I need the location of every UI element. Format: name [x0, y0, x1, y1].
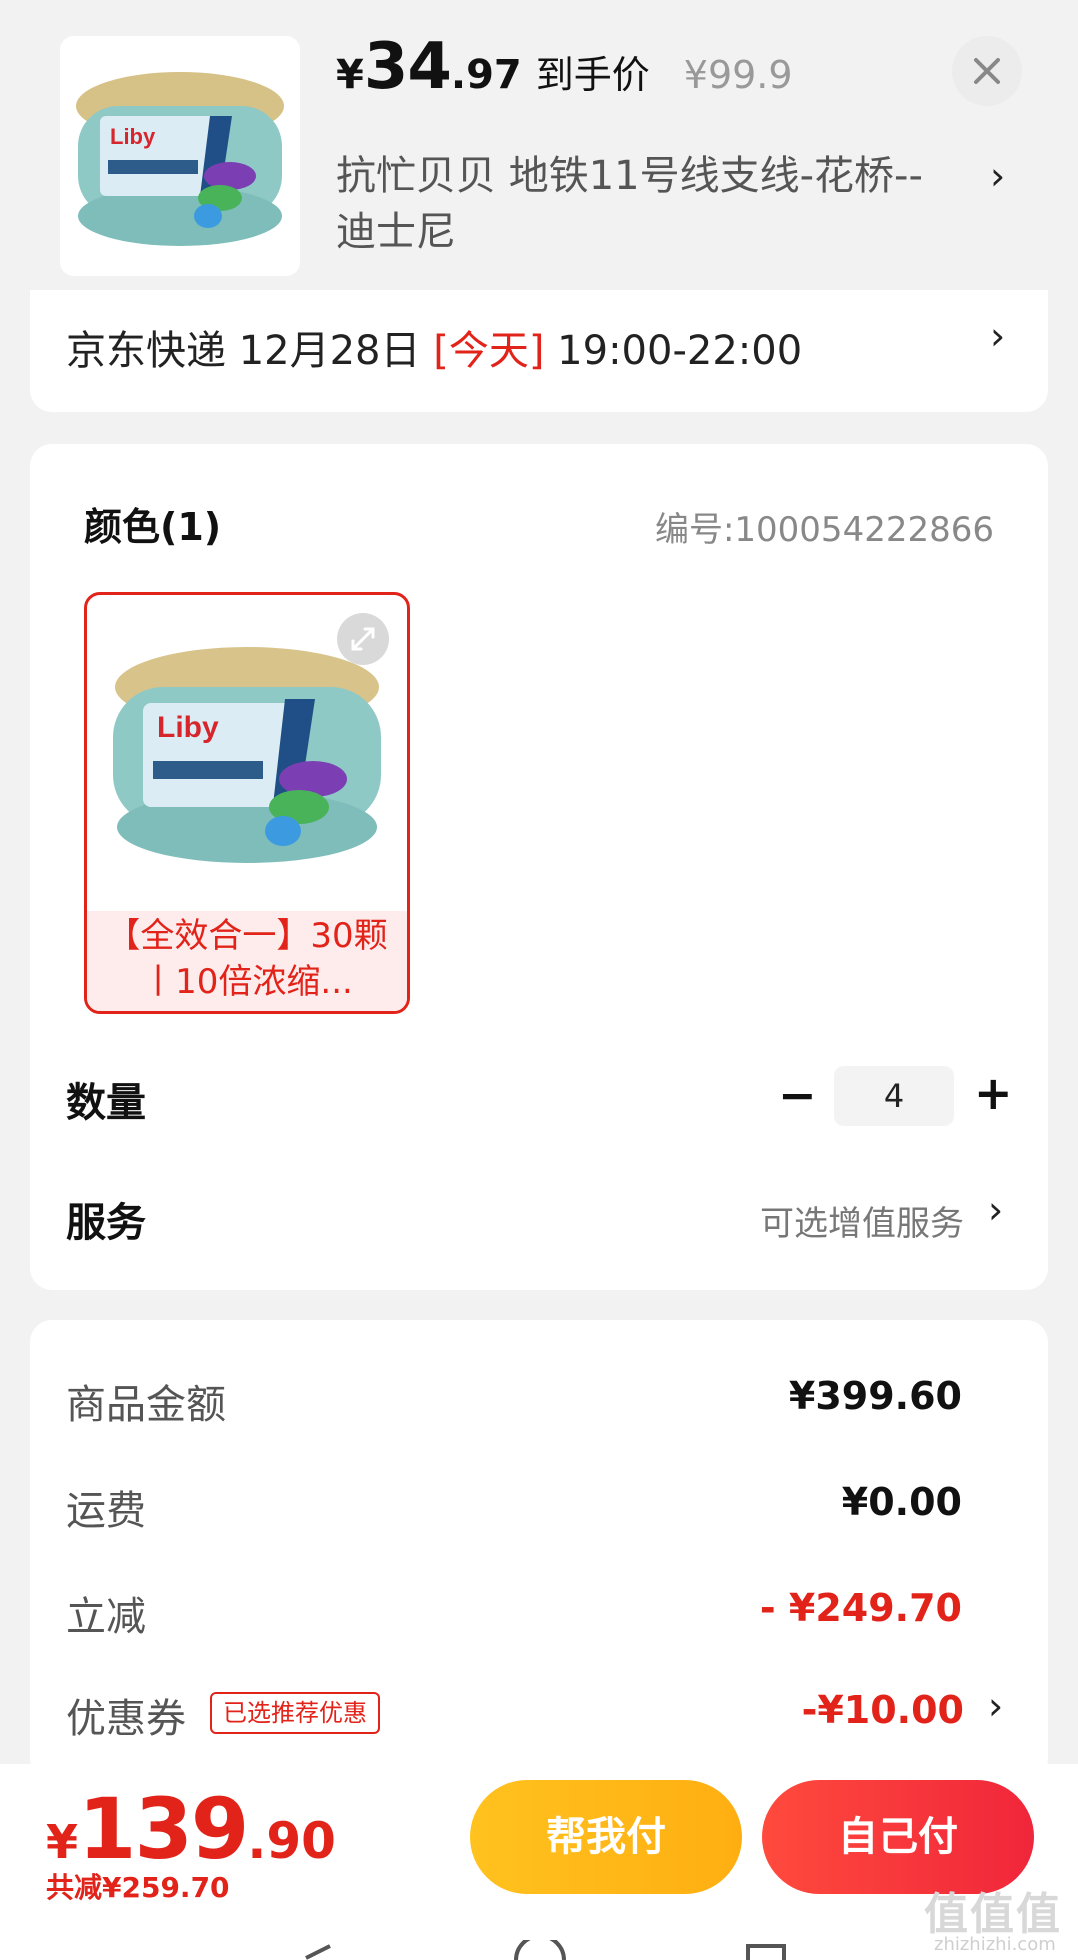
svg-text:Liby: Liby — [110, 124, 156, 149]
sku-selection-card: 颜色(1) 编号:100054222866 Liby 【全效合一】30颗丨10倍… — [30, 444, 1048, 1290]
delivery-today-tag: [今天] — [433, 328, 545, 374]
site-watermark-url: zhizhizhi.com — [934, 1934, 1056, 1955]
coupon-chevron-icon[interactable]: › — [988, 1684, 1003, 1728]
delivery-carrier-date: 京东快递 12月28日 — [66, 328, 434, 374]
checkout-bar: ¥ 139 .90 共减¥259.70 帮我付 自己付 值值值 zhizhizh… — [0, 1764, 1078, 1960]
delivery-window: 19:00-22:00 — [544, 328, 803, 374]
nav-home-icon[interactable] — [512, 1940, 568, 1960]
product-thumbnail: Liby — [60, 36, 300, 276]
expand-icon — [351, 627, 375, 651]
delivery-time-row[interactable]: 京东快递 12月28日 [今天] 19:00-22:00 › — [30, 290, 1048, 412]
sku-caption: 【全效合一】30颗丨10倍浓缩... — [87, 911, 407, 1011]
shipping-value: ¥0.00 — [841, 1480, 962, 1524]
coupon-recommended-badge: 已选推荐优惠 — [210, 1692, 380, 1734]
delivery-text: 京东快递 12月28日 [今天] 19:00-22:00 — [66, 318, 802, 376]
quantity-plus-button[interactable]: + — [974, 1070, 1013, 1116]
price-summary-card: 商品金额 ¥399.60 运费 ¥0.00 立减 - ¥249.70 优惠券 已… — [30, 1320, 1048, 1780]
price-symbol: ¥ — [336, 52, 364, 98]
service-label: 服务 — [66, 1200, 146, 1246]
price-row: ¥ 34 .97 到手价 ¥99.9 — [336, 30, 793, 110]
color-label: 颜色(1) — [84, 505, 222, 549]
coupon-value[interactable]: -¥10.00 — [802, 1688, 964, 1732]
service-chevron-icon[interactable]: › — [988, 1188, 1003, 1232]
sku-option-selected[interactable]: Liby 【全效合一】30颗丨10倍浓缩... — [84, 592, 410, 1014]
goods-amount-label: 商品金额 — [66, 1382, 226, 1428]
pay-myself-button[interactable]: 自己付 — [762, 1780, 1034, 1894]
delivery-address[interactable]: 抗忙贝贝 地铁11号线支线-花桥--迪士尼 — [336, 148, 926, 260]
service-value[interactable]: 可选增值服务 — [760, 1196, 964, 1245]
product-header: Liby ¥ 34 .97 到手价 ¥99.9 抗忙贝贝 地铁11号线支线-花桥… — [0, 0, 1078, 310]
original-price: ¥99.9 — [683, 53, 793, 97]
close-icon — [974, 58, 1000, 84]
close-button[interactable] — [952, 36, 1022, 106]
price-integer: 34 — [363, 30, 452, 104]
shipping-label: 运费 — [66, 1488, 146, 1534]
quantity-minus-button[interactable]: − — [778, 1072, 817, 1118]
help-me-pay-button[interactable]: 帮我付 — [470, 1780, 742, 1894]
svg-text:Liby: Liby — [157, 711, 219, 744]
instant-discount-value: - ¥249.70 — [759, 1586, 962, 1630]
quantity-label: 数量 — [66, 1080, 146, 1126]
address-chevron-icon[interactable]: › — [990, 154, 1005, 198]
total-price: ¥ 139 .90 — [46, 1780, 336, 1878]
delivery-chevron-icon: › — [990, 314, 1006, 358]
total-integer: 139 — [78, 1780, 249, 1878]
expand-image-button[interactable] — [337, 613, 389, 665]
total-symbol: ¥ — [46, 1815, 79, 1869]
coupon-label: 优惠券 — [66, 1696, 186, 1742]
goods-amount-value: ¥399.60 — [788, 1374, 962, 1418]
total-saving: 共减¥259.70 — [46, 1871, 230, 1904]
instant-discount-label: 立减 — [66, 1594, 146, 1640]
nav-back-icon[interactable] — [300, 1944, 340, 1960]
sku-number: 编号:100054222866 — [654, 510, 994, 550]
nav-recents-icon[interactable] — [746, 1944, 786, 1960]
total-decimal: .90 — [247, 1812, 336, 1870]
price-tag-label: 到手价 — [535, 53, 650, 97]
price-decimal: .97 — [450, 52, 522, 98]
detergent-pod-box-image: Liby — [60, 36, 300, 276]
quantity-input[interactable]: 4 — [834, 1066, 954, 1126]
site-watermark: 值值值 — [924, 1889, 1062, 1940]
